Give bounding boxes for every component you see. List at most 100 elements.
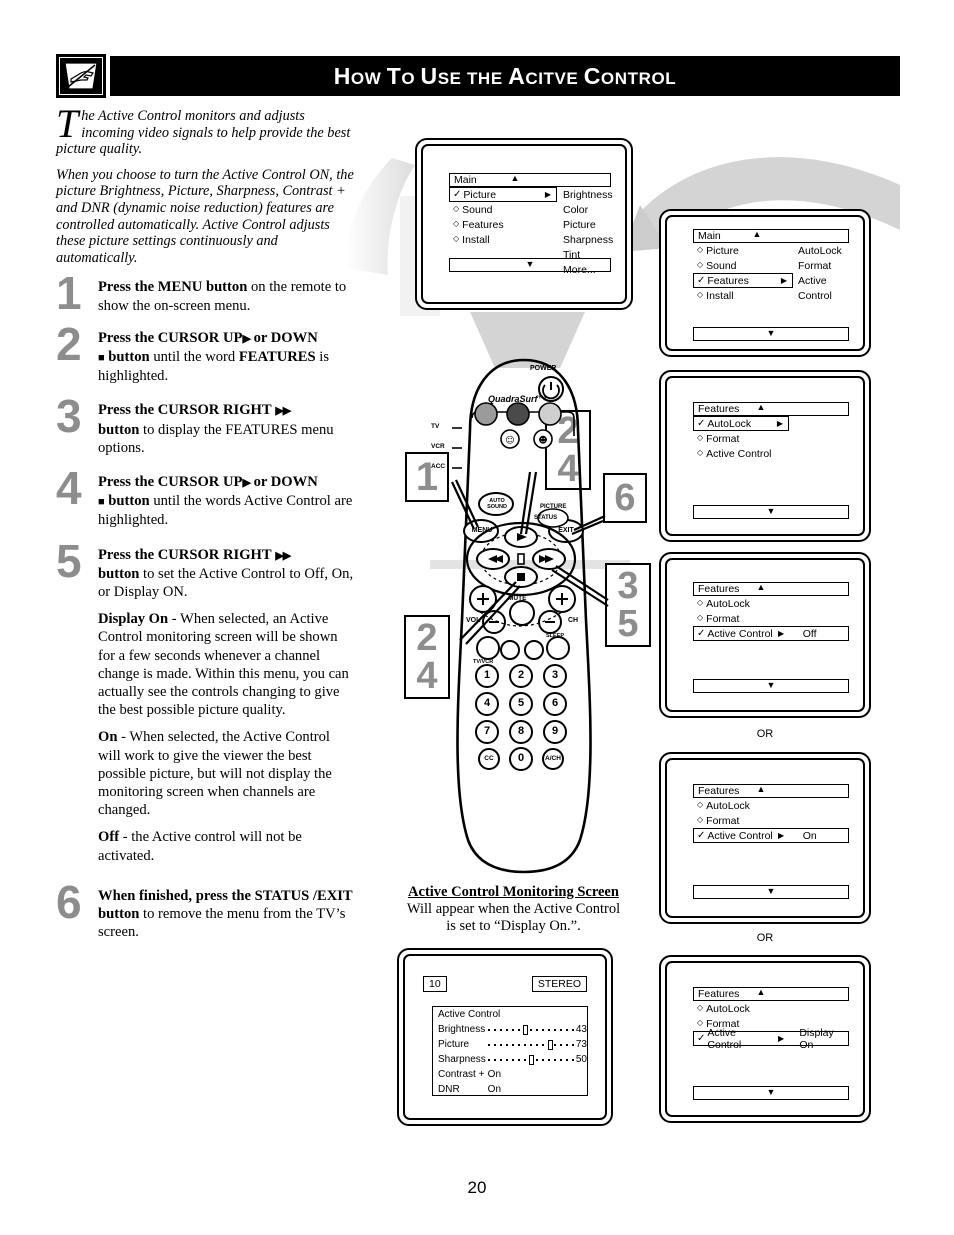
step-6-text: When finished, press the STATUS /EXIT bu…	[98, 887, 356, 942]
keypad-cc[interactable]: CC	[479, 755, 499, 762]
osd-item-autolock[interactable]: ✓ AutoLock ▶	[693, 416, 789, 431]
step-3-text: Press the CURSOR RIGHT ▶▶ button to disp…	[98, 401, 356, 457]
osd-option-more[interactable]: More...	[563, 263, 613, 278]
scroll-down-icon: ▼	[766, 680, 776, 690]
panel-title: Active Control	[438, 1009, 501, 1020]
osd-footer-bar: ▼	[693, 679, 849, 693]
drop-cap: T	[56, 101, 79, 146]
keypad-ach[interactable]: A/CH	[543, 755, 563, 762]
scroll-up-icon: ▲	[510, 173, 520, 183]
source-label-vcr: VCR	[431, 443, 445, 450]
monitoring-screen: 10 STEREO Active Control Brightness 43 P…	[397, 948, 613, 1126]
callout-1-number: 1	[415, 455, 439, 499]
step-3: 3 Press the CURSOR RIGHT ▶▶ button to di…	[56, 393, 356, 457]
osd-item-active-control[interactable]: ◇ Active Control	[693, 446, 849, 461]
step-4-bold-c: button	[104, 493, 150, 510]
callout-24-bottom-line2: 4	[416, 655, 438, 697]
osd-features-display-on: Features ▲ ◇ AutoLock ◇ Format ✓ Active …	[693, 987, 849, 1100]
callout-24-top: 2 4	[545, 410, 591, 490]
callout-35: 3 5	[605, 563, 651, 647]
scroll-up-icon: ▲	[756, 987, 766, 997]
osd-item-label: Install	[706, 289, 734, 302]
step-2-bold-b: or DOWN	[249, 329, 318, 346]
gauge-sharpness	[487, 1052, 576, 1067]
osd-screen-features-autolock: Features ▲ ✓ AutoLock ▶ ◇ Format ◇ Activ…	[659, 370, 871, 542]
osd-screen-main-picture: Main ▲ ✓ Picture ▶ ◇ Sound ◇ Features ◇ …	[415, 138, 633, 310]
osd-item-format[interactable]: ◇ Format	[693, 431, 849, 446]
sleep-label: SLEEP	[546, 633, 565, 639]
scroll-up-icon: ▲	[756, 784, 766, 794]
gauge-brightness	[487, 1022, 576, 1037]
osd-item-label: Picture	[706, 244, 739, 257]
monitoring-row-brightness: Brightness 43	[433, 1022, 587, 1037]
check-icon: ✓	[697, 628, 706, 639]
panel-title-row: Active Control	[433, 1007, 587, 1022]
osd-option-active-control[interactable]: Active Control	[798, 274, 863, 302]
osd-item-label: Format	[706, 432, 740, 445]
keypad-1[interactable]: 1	[476, 669, 498, 681]
keypad-5[interactable]: 5	[510, 697, 532, 709]
callout-35-line1: 3	[617, 565, 639, 607]
step-5-bold-b: button	[98, 565, 140, 582]
option-off-text: - the Active control will not be activat…	[98, 829, 302, 864]
intro-paragraph-2: When you choose to turn the Active Contr…	[56, 166, 354, 266]
keypad-8[interactable]: 8	[510, 725, 532, 737]
osd-item-label: Features	[707, 274, 749, 287]
osd-option-sharpness[interactable]: Sharpness	[563, 233, 613, 248]
osd-header-bar: Main ▲	[449, 173, 611, 187]
option-off-term: Off	[98, 829, 120, 846]
exit-button-label: EXIT	[558, 527, 574, 534]
osd-item-active-control[interactable]: ✓ Active Control ▶ Display On	[693, 1027, 849, 1051]
osd-item-features[interactable]: ✓ Features ▶	[693, 273, 793, 288]
osd-item-active-control[interactable]: ✓ Active Control ▶ Off	[693, 626, 849, 641]
check-icon: ✓	[697, 418, 706, 429]
scroll-down-icon: ▼	[766, 1087, 776, 1097]
osd-item-autolock[interactable]: ◇ AutoLock	[693, 798, 849, 813]
osd-item-value: Display On	[799, 1026, 834, 1051]
osd-item-active-control[interactable]: ✓ Active Control ▶ On	[693, 828, 849, 843]
step-4-bold-b: or DOWN	[249, 473, 318, 490]
step-5: 5 Press the CURSOR RIGHT ▶▶ button to se…	[56, 538, 356, 602]
osd-header-bar: Features ▲	[693, 402, 849, 416]
diamond-icon: ◇	[697, 598, 704, 607]
osd-item-label: Features	[462, 218, 504, 231]
osd-option-color[interactable]: Color	[563, 203, 613, 218]
option-display-on: Display On - When selected, an Active Co…	[98, 610, 356, 719]
keypad-4[interactable]: 4	[476, 697, 498, 709]
osd-item-picture[interactable]: ✓ Picture ▶	[449, 187, 557, 202]
row-value: On	[487, 1084, 502, 1095]
chevron-right-icon: ▶	[544, 190, 551, 199]
keypad-6[interactable]: 6	[544, 697, 566, 709]
page-title: HOW TO USE THE ACITVE CONTROL	[333, 62, 677, 89]
keypad-7[interactable]: 7	[476, 725, 498, 737]
ch-label: CH	[568, 617, 579, 624]
osd-item-autolock[interactable]: ◇ AutoLock	[693, 1001, 849, 1016]
or-label-1: OR	[756, 728, 774, 740]
keypad-0[interactable]: 0	[510, 752, 532, 764]
step-2-bold-c: button	[104, 348, 150, 365]
osd-option-picture[interactable]: Picture	[563, 218, 613, 233]
power-label: POWER	[530, 365, 557, 372]
step-2-keyword: FEATURES	[238, 348, 316, 365]
keypad-2[interactable]: 2	[510, 669, 532, 681]
chevron-right-icon: ▶	[778, 831, 785, 840]
keypad-3[interactable]: 3	[544, 669, 566, 681]
osd-features-on: Features ▲ ◇ AutoLock ◇ Format ✓ Active …	[693, 784, 849, 899]
osd-features-off: Features ▲ ◇ AutoLock ◇ Format ✓ Active …	[693, 582, 849, 693]
osd-option-format[interactable]: Format	[798, 259, 863, 274]
osd-option-brightness[interactable]: Brightness	[563, 188, 613, 203]
osd-option-tint[interactable]: Tint	[563, 248, 613, 263]
osd-footer-bar: ▼	[693, 505, 849, 519]
keypad-9[interactable]: 9	[544, 725, 566, 737]
gauge-picture	[487, 1037, 576, 1052]
osd-item-label: AutoLock	[706, 1002, 750, 1015]
osd-option-autolock[interactable]: AutoLock	[798, 244, 863, 259]
osd-item-label: Picture	[463, 188, 497, 201]
osd-item-format[interactable]: ◇ Format	[693, 813, 849, 828]
svg-text:☺: ☺	[505, 435, 514, 446]
channel-badge: 10	[423, 976, 447, 992]
osd-item-autolock[interactable]: ◇ AutoLock	[693, 596, 849, 611]
osd-item-format[interactable]: ◇ Format	[693, 611, 849, 626]
osd-screen-features-display-on: Features ▲ ◇ AutoLock ◇ Format ✓ Active …	[659, 955, 871, 1123]
step-4-number: 4	[56, 461, 82, 514]
